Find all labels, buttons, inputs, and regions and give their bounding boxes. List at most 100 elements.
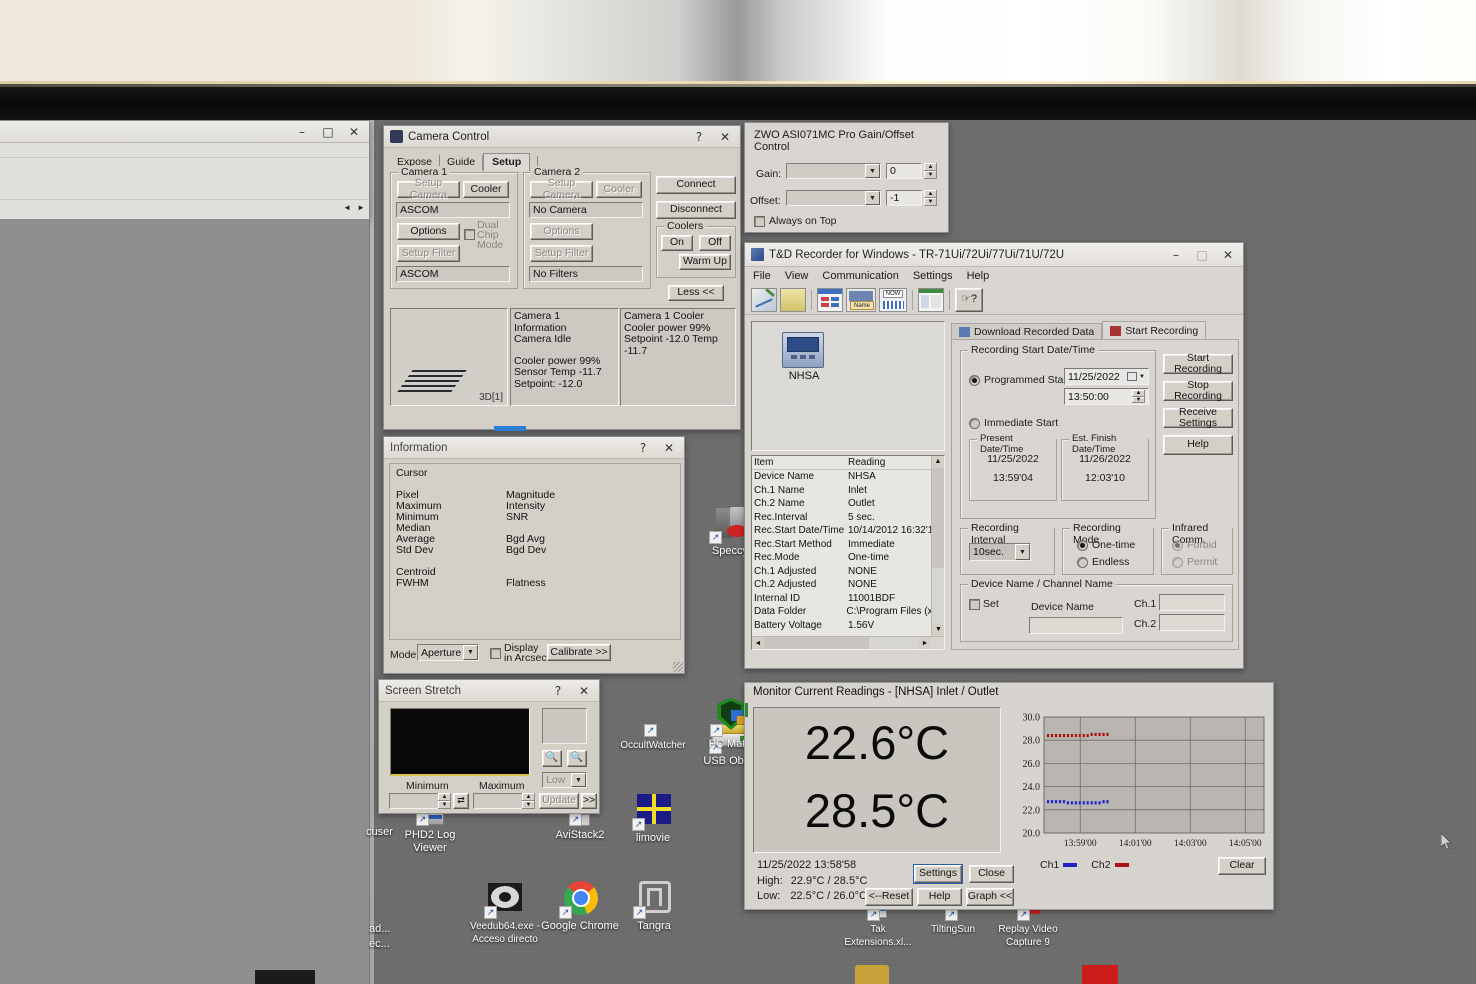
td-help-button[interactable]: Help [1163, 435, 1233, 455]
camera2-cooler-button[interactable]: Cooler [596, 181, 642, 198]
td-table-vscroll-thumb[interactable] [932, 468, 944, 568]
chevron-down-icon[interactable]: ▼ [571, 773, 586, 787]
information-mode-select[interactable]: Aperture ▼ [417, 644, 479, 661]
stretch-level-select[interactable]: Low ▼ [542, 772, 587, 788]
endless-radio[interactable] [1077, 557, 1088, 568]
information-close-button[interactable]: ✕ [656, 438, 682, 458]
zoom-out-button[interactable]: 🔍 [567, 750, 587, 767]
background-window-scroll-right-icon[interactable]: ► [357, 203, 365, 212]
monitor-clear-button[interactable]: Clear [1218, 857, 1266, 875]
camera1-setup-filter-button[interactable]: Setup Filter [397, 245, 460, 262]
zoom-in-button[interactable]: 🔍 [542, 750, 562, 767]
camera-control-help-button[interactable]: ? [686, 127, 712, 147]
update-button[interactable]: Update [539, 793, 579, 809]
camera2-setup-camera-button[interactable]: Setup Camera [530, 178, 593, 200]
td-recorder-close-button[interactable]: ✕ [1215, 245, 1241, 265]
immediate-start-radio[interactable] [969, 418, 980, 429]
td-recorder-toolbar[interactable]: Name NOW ☞? [745, 285, 1243, 315]
td-recorder-maximize-button[interactable]: □ [1189, 245, 1215, 265]
tab-setup[interactable]: Setup [483, 153, 531, 171]
spinner-down-icon[interactable]: ▼ [522, 801, 535, 809]
display-in-arcsec-checkbox[interactable] [490, 648, 501, 659]
td-table-hscroll-thumb[interactable] [764, 637, 869, 649]
desktop-icon-veedub64[interactable]: ↗ Veedub64.exe - Acceso directo [463, 880, 547, 946]
monitor-titlebar[interactable]: Monitor Current Readings - [NHSA] Inlet … [745, 683, 1273, 703]
monitor-readings-window[interactable]: Monitor Current Readings - [NHSA] Inlet … [744, 682, 1274, 910]
spinner-up-icon[interactable]: ▲ [924, 163, 937, 171]
now-icon[interactable]: NOW [879, 287, 907, 312]
information-resize-grip[interactable] [673, 662, 683, 672]
ch2-input[interactable] [1159, 614, 1225, 631]
desktop-icon-occultwatcher[interactable]: ↗ OccultWatcher [611, 715, 695, 752]
camera1-driver-field[interactable]: ASCOM [396, 202, 510, 218]
chevron-down-icon[interactable]: ▼ [865, 191, 880, 205]
scroll-right-icon[interactable]: ► [919, 637, 931, 649]
background-window-minimize[interactable]: – [289, 122, 315, 142]
td-table-hscrollbar[interactable]: ◄ ► [752, 636, 944, 649]
td-right-tabs[interactable]: Download Recorded Data Start Recording [951, 321, 1207, 341]
calibrate-button[interactable]: Calibrate >> [547, 644, 611, 661]
td-device-panel[interactable]: NHSA [751, 321, 945, 451]
table-row[interactable]: Battery Voltage 1.56V [752, 619, 944, 633]
td-recorder-titlebar[interactable]: T&D Recorder for Windows - TR-71Ui/72Ui/… [745, 243, 1243, 267]
list-icon[interactable] [918, 287, 944, 312]
menu-file[interactable]: File [753, 270, 771, 282]
camera1-cooler-button[interactable]: Cooler [463, 181, 509, 198]
menu-settings[interactable]: Settings [913, 270, 953, 282]
table-row[interactable]: Data Folder C:\Program Files (x86 [752, 605, 944, 619]
start-time-spinner[interactable]: ▲ ▼ [1132, 390, 1145, 403]
start-recording-button[interactable]: Start Recording [1163, 352, 1233, 375]
forbid-radio[interactable] [1172, 540, 1183, 551]
scroll-left-icon[interactable]: ◄ [752, 637, 764, 649]
tab-start-recording[interactable]: Start Recording [1102, 321, 1207, 341]
device-name-input[interactable] [1029, 617, 1123, 634]
chevron-down-icon[interactable]: ▼ [865, 164, 880, 178]
table-row[interactable]: Device Name NHSA [752, 470, 944, 484]
help-arrow-icon[interactable]: ☞? [955, 287, 983, 312]
camera2-driver-field[interactable]: No Camera [529, 202, 643, 218]
disconnect-button[interactable]: Disconnect [656, 201, 736, 219]
zwo-offset-value-field[interactable]: -1 [886, 190, 922, 206]
spinner-up-icon[interactable]: ▲ [438, 793, 451, 801]
desktop-icon-google-chrome[interactable]: ↗ Google Chrome [538, 880, 622, 933]
cooler-off-button[interactable]: Off [699, 235, 731, 251]
programmed-start-radio[interactable] [969, 375, 980, 386]
screen-stretch-histogram[interactable] [390, 708, 530, 776]
td-recorder-minimize-button[interactable]: – [1163, 245, 1189, 265]
menu-help[interactable]: Help [967, 270, 990, 282]
connect-button[interactable]: Connect [656, 176, 736, 194]
logger-device-icon[interactable] [782, 332, 824, 368]
menu-view[interactable]: View [785, 270, 809, 282]
monitor-help-button[interactable]: Help [917, 888, 962, 906]
always-on-top-checkbox[interactable] [754, 216, 765, 227]
start-time-field[interactable]: 13:50:00 ▲ ▼ [1064, 388, 1149, 405]
camera2-filter-field[interactable]: No Filters [529, 266, 643, 282]
td-table-vscrollbar[interactable]: ▲ ▼ [931, 456, 944, 649]
desktop-icon-tak-extensions[interactable]: ↗ Tak Extensions.xl... [836, 905, 920, 949]
background-window-scroll-left-icon[interactable]: ◄ [343, 203, 351, 212]
zwo-gain-combo[interactable]: ▼ [786, 163, 881, 179]
permit-radio[interactable] [1172, 557, 1183, 568]
ch1-input[interactable] [1159, 594, 1225, 611]
spinner-down-icon[interactable]: ▼ [438, 801, 451, 809]
folder-icon[interactable] [780, 287, 806, 312]
information-titlebar[interactable]: Information ? ✕ [384, 437, 684, 459]
background-window-close[interactable]: ✕ [341, 122, 367, 142]
warm-up-button[interactable]: Warm Up [679, 254, 731, 270]
monitor-reset-button[interactable]: <--Reset [865, 888, 913, 906]
zwo-gain-offset-window[interactable]: ZWO ASI071MC Pro Gain/Offset Control Gai… [744, 122, 949, 233]
background-window-maximize[interactable]: □ [315, 122, 341, 142]
receive-settings-button[interactable]: Receive Settings [1163, 406, 1233, 429]
dual-chip-mode-checkbox[interactable] [464, 229, 475, 240]
less-button[interactable]: Less << [668, 285, 724, 301]
zwo-offset-combo[interactable]: ▼ [786, 190, 881, 206]
camera1-setup-camera-button[interactable]: Setup Camera [397, 178, 460, 200]
table-row[interactable]: Rec.Interval 5 sec. [752, 511, 944, 525]
tab-download-recorded-data[interactable]: Download Recorded Data [951, 323, 1103, 340]
spinner-up-icon[interactable]: ▲ [924, 190, 937, 198]
table-row[interactable]: Rec.Mode One-time [752, 551, 944, 565]
menu-communication[interactable]: Communication [822, 270, 898, 282]
zwo-gain-spinner[interactable]: ▲ ▼ [924, 163, 937, 179]
table-row[interactable]: Rec.Start Date/Time 10/14/2012 16:32'19 [752, 524, 944, 538]
spinner-down-icon[interactable]: ▼ [1132, 396, 1145, 403]
